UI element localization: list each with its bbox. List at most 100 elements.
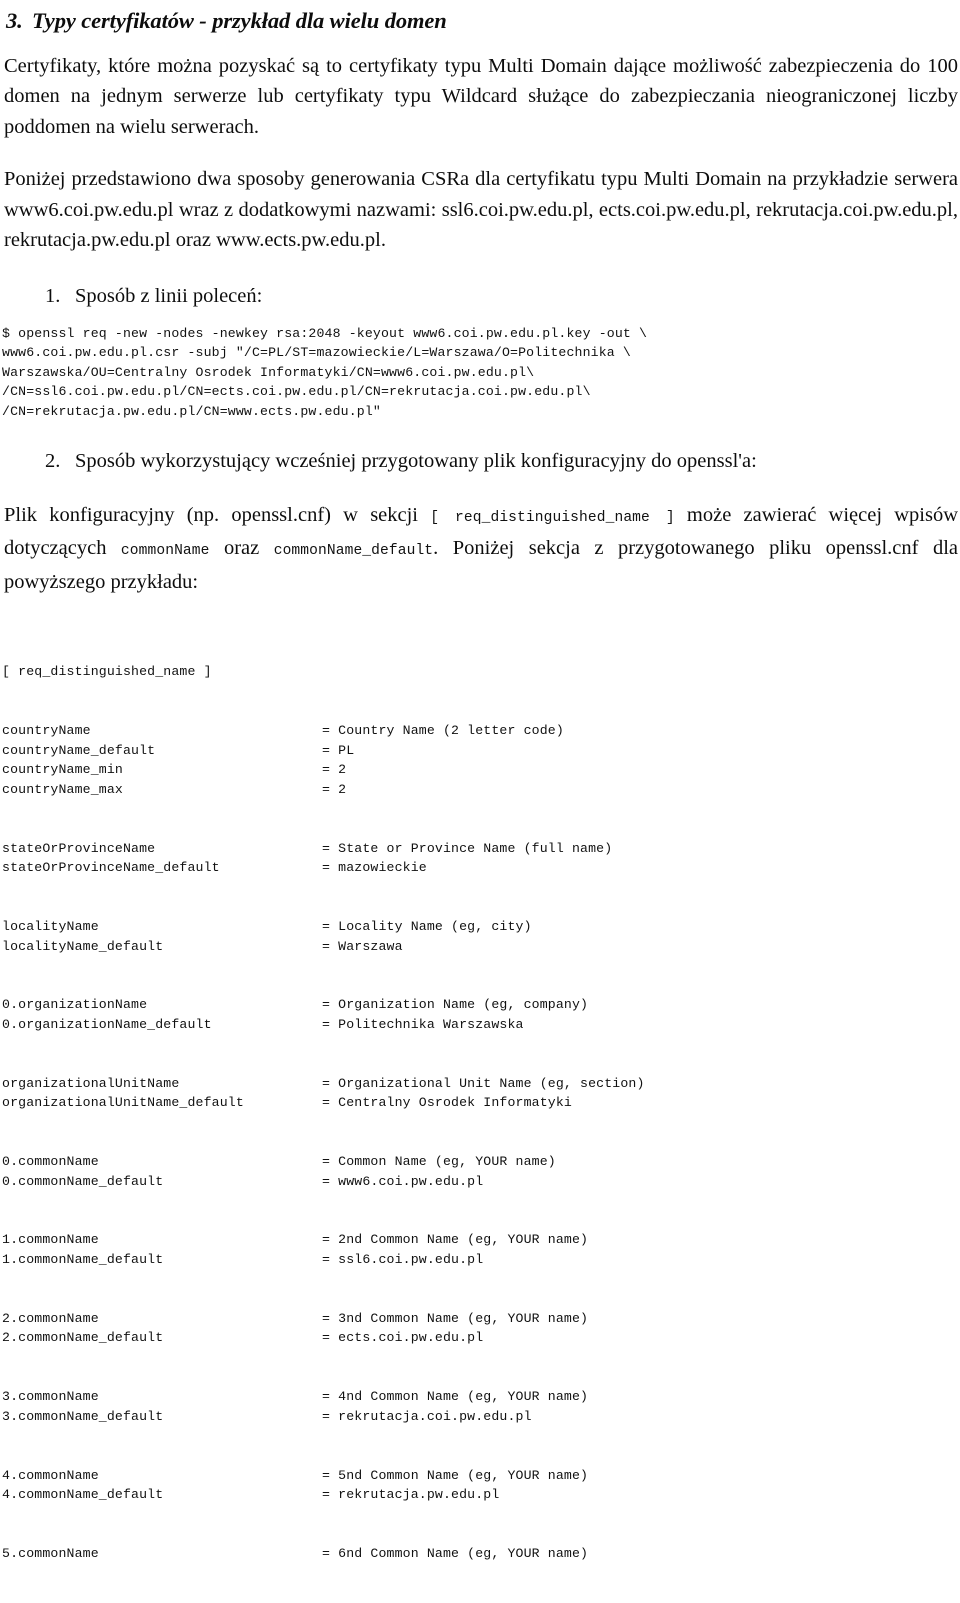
config-row-key: 0.organizationName bbox=[2, 997, 148, 1013]
config-row-blank bbox=[2, 1446, 960, 1466]
config-row-value: = ssl6.coi.pw.edu.pl bbox=[322, 1252, 484, 1268]
config-row-value: = Centralny Osrodek Informatyki bbox=[322, 1095, 572, 1111]
config-row-value: = ects.coi.pw.edu.pl bbox=[322, 1330, 484, 1346]
list-item-step-1: 1. Sposób z linii poleceń: bbox=[0, 281, 960, 311]
config-row-value: = Common Name (eg, YOUR name) bbox=[322, 1154, 556, 1170]
config-row-key: 1.commonName_default bbox=[2, 1252, 164, 1268]
config-section-header: [ req_distinguished_name ] bbox=[2, 664, 212, 680]
config-row-key: stateOrProvinceName_default bbox=[2, 860, 220, 876]
config-row-key: 3.commonName_default bbox=[2, 1408, 164, 1424]
config-row-value: = PL bbox=[322, 742, 355, 758]
config-row-value: = rekrutacja.pw.edu.pl bbox=[322, 1487, 500, 1503]
intro-paragraph: Certyfikaty, które można pozyskać są to … bbox=[4, 54, 958, 138]
openssl-cnf-block: [ req_distinguished_name ] countryName = … bbox=[0, 623, 960, 1603]
config-row-key: countryName_min bbox=[2, 762, 123, 778]
config-row-value: = 2 bbox=[322, 781, 347, 797]
config-row-key: localityName bbox=[2, 918, 99, 934]
config-row-value: = 4nd Common Name (eg, YOUR name) bbox=[322, 1389, 589, 1405]
config-row-blank bbox=[2, 1191, 960, 1211]
config-row-key: 2.commonName bbox=[2, 1310, 99, 1326]
step-1-label: Sposób z linii poleceń: bbox=[75, 284, 263, 307]
config-row-key: 1.commonName bbox=[2, 1232, 99, 1248]
openssl-command-block: $ openssl req -new -nodes -newkey rsa:20… bbox=[2, 325, 648, 419]
third-paragraph: Plik konfiguracyjny (np. openssl.cnf) w … bbox=[0, 500, 960, 598]
list-item-step-2: 2. Sposób wykorzystujący wcześniej przyg… bbox=[0, 446, 960, 476]
config-row-key: 0.commonName bbox=[2, 1154, 99, 1170]
config-row: 0.commonName_default = www6.coi.pw.edu.pl bbox=[2, 1172, 960, 1192]
config-row: stateOrProvinceName_default = mazowieckie bbox=[2, 858, 960, 878]
config-row-blank bbox=[2, 1348, 960, 1368]
config-row-blank bbox=[2, 1132, 960, 1152]
config-row-blank bbox=[2, 1054, 960, 1074]
config-row-key: 2.commonName_default bbox=[2, 1330, 164, 1346]
config-row-key: countryName bbox=[2, 722, 91, 738]
config-rows: countryName = Country Name (2 letter code… bbox=[2, 721, 960, 1564]
config-row-value: = Warszawa bbox=[322, 938, 403, 954]
third-paragraph-part-3: oraz bbox=[223, 537, 260, 560]
page-title-text: Typy certyfikatów - przykład dla wielu d… bbox=[32, 8, 447, 33]
config-row: 3.commonName = 4nd Common Name (eg, YOUR … bbox=[2, 1387, 960, 1407]
config-row: 0.organizationName_default = Politechnika… bbox=[2, 1015, 960, 1035]
inline-code-common-name-default: commonName_default bbox=[273, 543, 434, 560]
config-row: 2.commonName = 3nd Common Name (eg, YOUR … bbox=[2, 1309, 960, 1329]
config-row-key: 4.commonName bbox=[2, 1467, 99, 1483]
config-row: stateOrProvinceName = State or Province N… bbox=[2, 839, 960, 859]
config-row-key: countryName_default bbox=[2, 742, 156, 758]
config-row-value: = Locality Name (eg, city) bbox=[322, 918, 532, 934]
config-row: countryName_min = 2 bbox=[2, 760, 960, 780]
config-row: countryName_default = PL bbox=[2, 741, 960, 761]
config-row-value: = 5nd Common Name (eg, YOUR name) bbox=[322, 1467, 589, 1483]
config-row-value: = 3nd Common Name (eg, YOUR name) bbox=[322, 1310, 589, 1326]
config-row: 3.commonName_default = rekrutacja.coi.pw.… bbox=[2, 1407, 960, 1427]
config-row-value: = Country Name (2 letter code) bbox=[322, 722, 564, 738]
config-row-value: = Organization Name (eg, company) bbox=[322, 997, 589, 1013]
config-row-value: = Organizational Unit Name (eg, section) bbox=[322, 1075, 645, 1091]
step-1-number: 1. bbox=[45, 284, 61, 307]
config-row-key: organizationalUnitName_default bbox=[2, 1095, 244, 1111]
config-row-blank bbox=[2, 799, 960, 819]
config-row-blank bbox=[2, 1211, 960, 1231]
config-row-blank bbox=[2, 819, 960, 839]
config-row-blank bbox=[2, 1270, 960, 1290]
config-row: localityName_default = Warszawa bbox=[2, 937, 960, 957]
config-row-value: = 6nd Common Name (eg, YOUR name) bbox=[322, 1545, 589, 1561]
third-paragraph-part-1: Plik konfiguracyjny (np. openssl.cnf) w … bbox=[4, 503, 419, 526]
config-row-blank bbox=[2, 1368, 960, 1388]
config-row-value: = State or Province Name (full name) bbox=[322, 840, 613, 856]
config-row-blank bbox=[2, 897, 960, 917]
config-row: countryName_max = 2 bbox=[2, 780, 960, 800]
openssl-cnf-block-wrapper: [ req_distinguished_name ] countryName = … bbox=[0, 623, 960, 1603]
config-row-value: = 2 bbox=[322, 762, 347, 778]
page-title-number: 3. bbox=[6, 8, 23, 33]
config-row-blank bbox=[2, 956, 960, 976]
config-row-key: 3.commonName bbox=[2, 1389, 99, 1405]
config-row-key: 4.commonName_default bbox=[2, 1487, 164, 1503]
config-row: organizationalUnitName_default = Centraln… bbox=[2, 1093, 960, 1113]
config-row: organizationalUnitName = Organizational U… bbox=[2, 1074, 960, 1094]
config-row-key: 5.commonName bbox=[2, 1545, 99, 1561]
config-row: localityName = Locality Name (eg, city) bbox=[2, 917, 960, 937]
document-page: 3. Typy certyfikatów - przykład dla wielu… bbox=[0, 0, 960, 1561]
inline-code-req-distinguished-name: [ req_distinguished_name ] bbox=[430, 509, 675, 526]
config-row-blank bbox=[2, 976, 960, 996]
config-row-key: organizationalUnitName bbox=[2, 1075, 180, 1091]
config-row: 1.commonName = 2nd Common Name (eg, YOUR … bbox=[2, 1230, 960, 1250]
config-row-blank bbox=[2, 1524, 960, 1544]
config-row-value: = Politechnika Warszawska bbox=[322, 1016, 524, 1032]
second-paragraph: Poniżej przedstawiono dwa sposoby genero… bbox=[4, 168, 958, 252]
config-row: 5.commonName = 6nd Common Name (eg, YOUR … bbox=[2, 1544, 960, 1564]
inline-code-common-name: commonName bbox=[120, 543, 210, 560]
config-row-key: 0.commonName_default bbox=[2, 1173, 164, 1189]
config-row-key: countryName_max bbox=[2, 781, 123, 797]
config-row-blank bbox=[2, 1505, 960, 1525]
config-row-key: 0.organizationName_default bbox=[2, 1016, 212, 1032]
config-row-blank bbox=[2, 1034, 960, 1054]
config-row-blank bbox=[2, 878, 960, 898]
config-row-value: = 2nd Common Name (eg, YOUR name) bbox=[322, 1232, 589, 1248]
config-row-blank bbox=[2, 1426, 960, 1446]
config-row-blank bbox=[2, 1289, 960, 1309]
step-2-label: Sposób wykorzystujący wcześniej przygoto… bbox=[75, 449, 757, 472]
config-row-key: stateOrProvinceName bbox=[2, 840, 156, 856]
config-row-value: = rekrutacja.coi.pw.edu.pl bbox=[322, 1408, 532, 1424]
config-row: 2.commonName_default = ects.coi.pw.edu.pl bbox=[2, 1328, 960, 1348]
